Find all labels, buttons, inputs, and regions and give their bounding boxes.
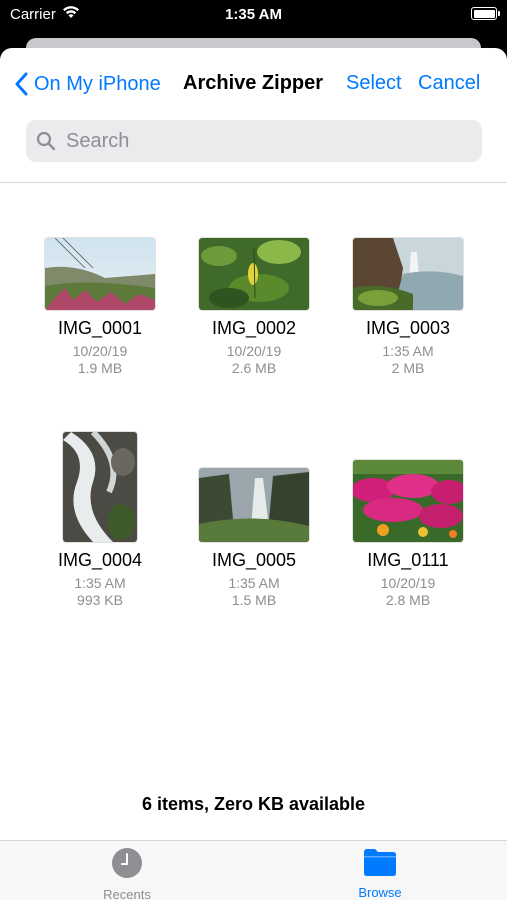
file-item[interactable]: IMG_0004 1:35 AM 993 KB bbox=[25, 422, 175, 609]
file-size: 2.6 MB bbox=[231, 360, 277, 376]
photo-thumbnail bbox=[353, 238, 463, 310]
chevron-left-icon bbox=[15, 72, 28, 96]
page-title: Archive Zipper bbox=[183, 72, 324, 94]
file-name: IMG_0001 bbox=[57, 318, 143, 338]
divider bbox=[0, 182, 507, 183]
photo-thumbnail bbox=[353, 460, 463, 542]
items-summary: 6 items, Zero KB available bbox=[141, 794, 366, 814]
file-date: 10/20/19 bbox=[72, 343, 128, 359]
file-item[interactable]: IMG_0003 1:35 AM 2 MB bbox=[333, 190, 483, 377]
status-time: 1:35 AM bbox=[225, 6, 282, 23]
file-name: IMG_0005 bbox=[211, 550, 297, 570]
file-date: 10/20/19 bbox=[380, 575, 436, 591]
file-item[interactable]: IMG_0005 1:35 AM 1.5 MB bbox=[179, 422, 329, 609]
tab-recents-label: Recents bbox=[103, 887, 151, 900]
file-name: IMG_0003 bbox=[365, 318, 451, 338]
file-size: 2 MB bbox=[391, 360, 425, 376]
photo-thumbnail bbox=[199, 468, 309, 542]
battery-icon bbox=[471, 7, 500, 20]
search-input[interactable] bbox=[64, 128, 448, 154]
folder-icon bbox=[364, 849, 396, 876]
file-item[interactable]: IMG_0111 10/20/19 2.8 MB bbox=[333, 422, 483, 609]
file-item[interactable]: IMG_0001 10/20/19 1.9 MB bbox=[25, 190, 175, 377]
file-date: 10/20/19 bbox=[226, 343, 282, 359]
file-date: 1:35 AM bbox=[74, 575, 126, 591]
tab-browse[interactable]: Browse bbox=[330, 847, 430, 900]
file-browser-sheet: On My iPhone Archive Zipper Select Cance… bbox=[0, 48, 507, 900]
cancel-button[interactable]: Cancel bbox=[418, 72, 480, 95]
search-icon bbox=[36, 131, 56, 151]
file-name: IMG_0002 bbox=[211, 318, 297, 338]
status-bar: Carrier 1:35 AM bbox=[0, 0, 507, 30]
back-button[interactable]: On My iPhone bbox=[14, 68, 161, 100]
file-size: 2.8 MB bbox=[385, 592, 431, 608]
tab-browse-label: Browse bbox=[358, 885, 402, 900]
file-date: 1:35 AM bbox=[228, 575, 280, 591]
photo-thumbnail bbox=[199, 238, 309, 310]
file-size: 1.9 MB bbox=[77, 360, 123, 376]
file-size: 1.5 MB bbox=[231, 592, 277, 608]
file-date: 1:35 AM bbox=[382, 343, 434, 359]
file-name: IMG_0004 bbox=[57, 550, 143, 570]
navigation-bar: On My iPhone Archive Zipper Select Cance… bbox=[0, 48, 507, 118]
search-bar[interactable] bbox=[26, 120, 482, 162]
photo-thumbnail bbox=[63, 432, 137, 542]
file-size: 993 KB bbox=[77, 592, 123, 608]
clock-icon bbox=[112, 848, 142, 878]
select-button[interactable]: Select bbox=[346, 72, 402, 95]
photo-thumbnail bbox=[45, 238, 155, 310]
file-name: IMG_0111 bbox=[367, 550, 449, 570]
file-item[interactable]: IMG_0002 10/20/19 2.6 MB bbox=[179, 190, 329, 377]
back-button-label: On My iPhone bbox=[34, 72, 161, 95]
tab-recents[interactable]: Recents bbox=[77, 847, 177, 900]
tab-bar: Recents Browse bbox=[0, 840, 507, 900]
